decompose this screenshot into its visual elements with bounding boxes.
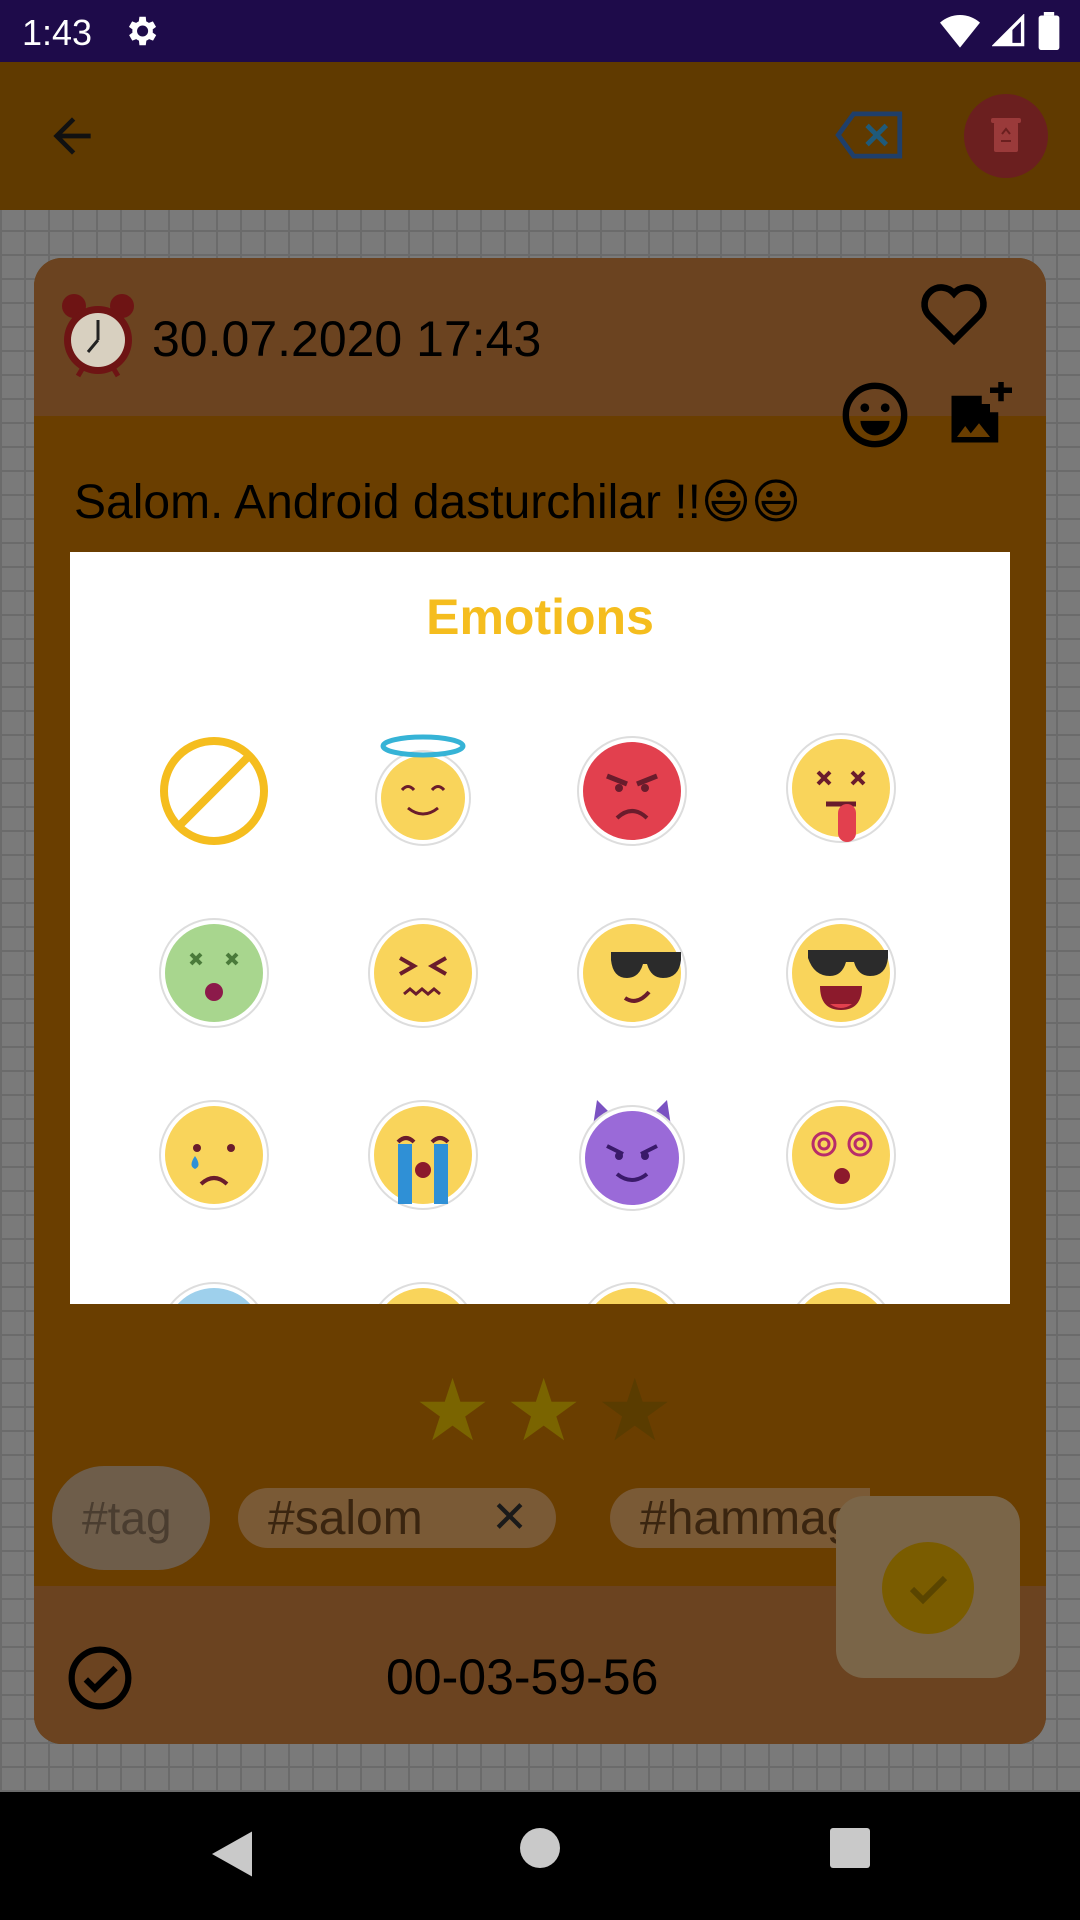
emotion-icon[interactable] [840, 380, 910, 450]
emotion-angry-icon[interactable] [573, 732, 691, 850]
battery-icon [1038, 12, 1060, 50]
rating-star-icon[interactable]: ★ [414, 1368, 491, 1454]
add-tag-chip[interactable]: #tag [52, 1466, 210, 1570]
nav-recents-icon[interactable] [830, 1828, 870, 1868]
dialog-title: Emotions [426, 589, 654, 645]
save-fab-container [836, 1496, 1020, 1678]
nav-home-icon[interactable] [520, 1828, 560, 1868]
check-circle-icon[interactable] [66, 1644, 134, 1712]
rating-star-icon[interactable]: ★ [505, 1368, 582, 1454]
add-image-icon[interactable] [946, 382, 1012, 448]
rating-star-icon[interactable]: ★ [596, 1368, 673, 1454]
emotion-cool-laugh-icon[interactable] [782, 914, 900, 1032]
emotion-cool-smirk-icon[interactable] [573, 914, 691, 1032]
remove-tag-icon[interactable] [834, 110, 904, 160]
note-text[interactable]: Salom. Android dasturchilar !!😃😃 [74, 474, 801, 530]
emotions-dialog: Emotions [70, 552, 1010, 1304]
settings-gear-icon [128, 16, 157, 46]
recycle-bin-icon [991, 118, 1021, 152]
status-bar: 1:43 [0, 0, 1080, 62]
emotion-angel-icon[interactable] [364, 732, 482, 850]
emotion-sad-tear-icon[interactable] [155, 1096, 273, 1214]
check-icon [909, 1575, 948, 1605]
tag-chip[interactable]: #hammag [610, 1488, 870, 1548]
rating-stars[interactable]: ★ ★ ★ [414, 1368, 673, 1454]
tag-chip[interactable]: #salom ✕ [238, 1488, 556, 1548]
save-button[interactable] [882, 1542, 974, 1634]
emotion-crying-icon[interactable] [364, 1096, 482, 1214]
emotion-happy-icon[interactable] [573, 1278, 691, 1304]
wifi-icon [940, 15, 980, 48]
tag-list: #tag #salom ✕ #hammag [52, 1466, 872, 1572]
tag-label: #hammag [640, 1491, 854, 1545]
favorite-heart-icon[interactable] [918, 278, 990, 346]
delete-button[interactable] [964, 94, 1048, 178]
timer-text: 00-03-59-56 [386, 1649, 659, 1705]
emotion-devil-icon[interactable] [573, 1096, 691, 1214]
nav-back-icon[interactable] [202, 1824, 262, 1884]
emotion-sick-icon[interactable] [155, 914, 273, 1032]
emotion-tired-icon[interactable] [364, 914, 482, 1032]
emotion-cold-icon[interactable] [155, 1278, 273, 1304]
note-header: 30.07.2020 17:43 [34, 258, 1046, 448]
emotion-happy-icon[interactable] [364, 1278, 482, 1304]
emotion-happy-icon[interactable] [782, 1278, 900, 1304]
toolbar [0, 62, 1080, 210]
emotion-hypnotized-icon[interactable] [782, 1096, 900, 1214]
close-icon[interactable]: ✕ [491, 1492, 528, 1543]
note-date: 30.07.2020 17:43 [152, 311, 542, 367]
emotion-dizzy-tongue-icon[interactable] [782, 732, 900, 850]
system-nav-bar [0, 1792, 1080, 1920]
alarm-clock-icon[interactable] [58, 292, 138, 378]
status-time: 1:43 [22, 12, 93, 53]
emotion-none-icon[interactable] [155, 732, 273, 850]
signal-icon [992, 14, 1025, 47]
tag-label: #salom [268, 1491, 423, 1545]
back-arrow-icon[interactable] [44, 108, 100, 164]
